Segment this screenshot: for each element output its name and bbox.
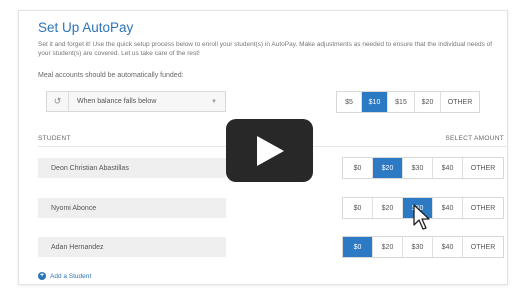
threshold-amount-group: $5 $10 $15 $20 OTHER: [336, 91, 480, 113]
amount-option[interactable]: $40: [433, 237, 463, 257]
threshold-option-selected[interactable]: $10: [362, 92, 388, 112]
funding-trigger-value: When balance falls below: [77, 98, 157, 105]
amount-option[interactable]: $30: [403, 237, 433, 257]
amount-option[interactable]: $30: [403, 158, 433, 178]
amount-option[interactable]: $40: [433, 198, 463, 218]
clock-history-icon: ↺: [47, 92, 69, 111]
play-icon: [256, 135, 284, 166]
amount-column-header: SELECT AMOUNT: [445, 135, 504, 142]
plus-circle-icon: +: [38, 272, 46, 280]
amount-option-other[interactable]: OTHER: [463, 158, 503, 178]
student-amount-group: $0 $20 $30 $40 OTHER: [342, 157, 504, 179]
add-student-link[interactable]: + Add a Student: [38, 272, 91, 280]
threshold-option[interactable]: $20: [415, 92, 441, 112]
student-name: Nyomi Abonce: [38, 198, 226, 218]
amount-option[interactable]: $40: [433, 158, 463, 178]
chevron-down-icon: ▼: [211, 98, 217, 105]
amount-option-selected[interactable]: $20: [373, 158, 403, 178]
amount-option-other[interactable]: OTHER: [463, 237, 503, 257]
add-student-label: Add a Student: [50, 272, 92, 280]
page-title: Set Up AutoPay: [38, 20, 134, 35]
amount-option[interactable]: $0: [343, 198, 373, 218]
amount-option-other[interactable]: OTHER: [463, 198, 503, 218]
video-play-button[interactable]: [226, 119, 313, 182]
threshold-option[interactable]: $5: [337, 92, 362, 112]
student-name: Deon Christian Abastillas: [38, 158, 226, 178]
page-description: Set it and forget it! Use the quick setu…: [38, 41, 493, 57]
meal-funding-label: Meal accounts should be automatically fu…: [38, 72, 184, 79]
mouse-cursor-icon: [413, 204, 430, 230]
amount-option[interactable]: $20: [373, 198, 403, 218]
amount-option[interactable]: $20: [373, 237, 403, 257]
threshold-option-other[interactable]: OTHER: [441, 92, 479, 112]
amount-option[interactable]: $0: [343, 158, 373, 178]
student-name: Adan Hernandez: [38, 237, 226, 257]
funding-trigger-dropdown[interactable]: ↺ When balance falls below ▼: [46, 91, 226, 112]
amount-option-selected[interactable]: $0: [343, 237, 373, 257]
threshold-option[interactable]: $15: [388, 92, 415, 112]
student-amount-group: $0 $20 $30 $40 OTHER: [342, 236, 504, 258]
student-column-header: STUDENT: [38, 135, 71, 142]
